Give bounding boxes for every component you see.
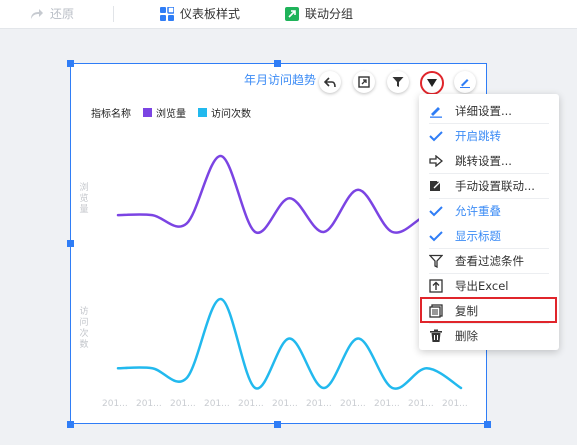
- menu-item-4[interactable]: 手动设置联动...: [419, 173, 559, 198]
- menu-item-label: 删除: [455, 328, 478, 343]
- x-tick-label: 201...: [136, 399, 162, 409]
- x-tick-label: 201...: [408, 399, 434, 409]
- menu-item-8[interactable]: 导出Excel: [419, 273, 559, 298]
- menu-item-label: 导出Excel: [455, 278, 509, 293]
- menu-item-7[interactable]: 查看过滤条件: [419, 248, 559, 273]
- arrow-right-icon: [429, 154, 443, 168]
- menu-item-3[interactable]: 跳转设置...: [419, 148, 559, 173]
- x-tick-label: 201...: [238, 399, 264, 409]
- edit-button[interactable]: [454, 71, 476, 93]
- pencil-icon: [429, 104, 443, 118]
- link-square-icon: [429, 179, 443, 193]
- x-tick-label: 201...: [374, 399, 400, 409]
- expand-icon: [358, 76, 370, 88]
- menu-item-5[interactable]: 允许重叠: [419, 198, 559, 223]
- pencil-icon: [460, 79, 470, 88]
- x-tick-label: 201...: [272, 399, 298, 409]
- x-tick-label: 201...: [306, 399, 332, 409]
- drill-up-button[interactable]: [319, 71, 341, 93]
- check-icon: [429, 129, 443, 143]
- menu-item-10[interactable]: 删除: [419, 323, 559, 348]
- menu-item-1[interactable]: 详细设置...: [419, 98, 559, 123]
- x-tick-label: 201...: [340, 399, 366, 409]
- menu-item-label: 详细设置...: [455, 103, 512, 118]
- menu-item-label: 允许重叠: [455, 203, 501, 218]
- more-menu-button[interactable]: [420, 71, 444, 95]
- fullscreen-button[interactable]: [353, 71, 375, 93]
- copy-highlight-box: [420, 297, 557, 323]
- x-tick-label: 201...: [102, 399, 128, 409]
- check-icon: [429, 204, 443, 218]
- check-icon: [429, 229, 443, 243]
- menu-item-label: 手动设置联动...: [455, 178, 535, 193]
- series-line-0-0: [116, 154, 463, 234]
- filter-icon: [392, 77, 404, 87]
- back-arrow-icon: [324, 77, 336, 88]
- menu-item-label: 跳转设置...: [455, 153, 512, 168]
- x-tick-label: 201...: [204, 399, 230, 409]
- menu-item-2[interactable]: 开启跳转: [419, 123, 559, 148]
- menu-item-label: 显示标题: [455, 228, 501, 243]
- filter-icon: [429, 254, 443, 268]
- x-tick-label: 201...: [442, 399, 468, 409]
- x-tick-label: 201...: [170, 399, 196, 409]
- trash-icon: [429, 329, 443, 343]
- export-icon: [429, 278, 443, 293]
- menu-item-6[interactable]: 显示标题: [419, 223, 559, 248]
- filter-button[interactable]: [387, 71, 409, 93]
- menu-item-label: 开启跳转: [455, 128, 501, 143]
- menu-item-label: 查看过滤条件: [455, 253, 524, 268]
- series-line-1-0: [116, 297, 463, 390]
- caret-down-icon: [427, 79, 437, 87]
